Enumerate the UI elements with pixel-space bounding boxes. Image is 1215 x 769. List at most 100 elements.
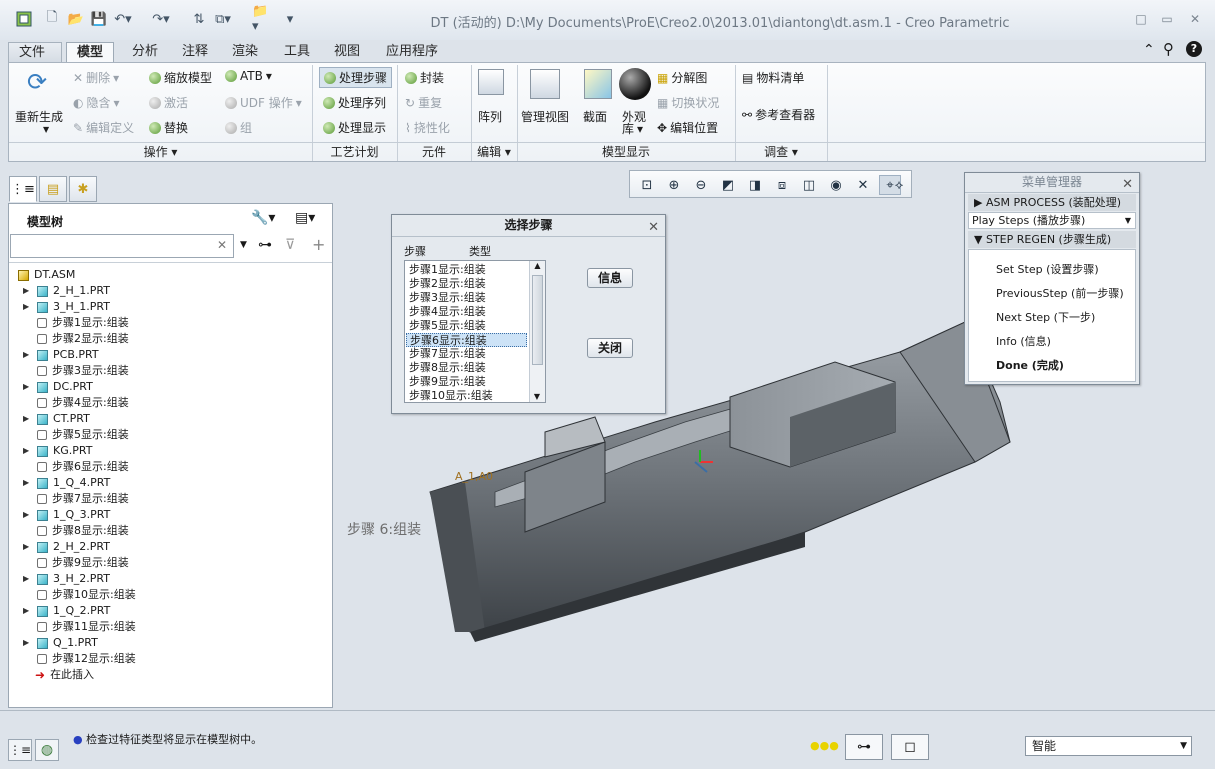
tree-part-row[interactable]: ▶ 3_H_2.PRT <box>23 571 110 587</box>
tree-step-row[interactable]: 步骤3显示:组装 <box>23 363 129 379</box>
step-list-item[interactable]: 步骤2显示:组装 <box>406 277 527 291</box>
selection-box-button[interactable]: ◻ <box>891 734 929 760</box>
tree-insert-here[interactable]: ➜ 在此插入 <box>23 667 94 683</box>
expand-icon[interactable]: ▶ <box>23 475 33 491</box>
scroll-up-icon[interactable]: ▲ <box>530 261 545 275</box>
tree-part-row[interactable]: ▶ 1_Q_2.PRT <box>23 603 110 619</box>
group-edit[interactable]: 编辑 ▾ <box>471 142 517 162</box>
filter-icon[interactable]: ⊽ <box>285 237 295 253</box>
tree-part-row[interactable]: ▶ CT.PRT <box>23 411 90 427</box>
expand-icon[interactable]: ▶ <box>23 635 33 651</box>
view-manager-icon[interactable]: ◫ <box>798 175 820 195</box>
tree-part-row[interactable]: ▶ 1_Q_4.PRT <box>23 475 110 491</box>
scroll-down-icon[interactable]: ▼ <box>530 392 544 401</box>
tree-step-row[interactable]: 步骤2显示:组装 <box>23 331 129 347</box>
expand-icon[interactable]: ▶ <box>23 539 33 555</box>
tree-step-row[interactable]: 步骤1显示:组装 <box>23 315 129 331</box>
tree-part-row[interactable]: ▶ Q_1.PRT <box>23 635 98 651</box>
repeat-button[interactable]: ↻ 重复 <box>405 94 442 111</box>
group-investigate[interactable]: 调查 ▾ <box>735 142 827 162</box>
tree-part-row[interactable]: ▶ DC.PRT <box>23 379 93 395</box>
process-display-button[interactable]: 处理显示 <box>323 119 386 136</box>
tab-render[interactable]: 渲染 <box>222 42 268 62</box>
expand-icon[interactable]: ▶ <box>23 443 33 459</box>
expand-icon[interactable]: ▶ <box>23 347 33 363</box>
asm-process-header[interactable]: ▶ ASM PROCESS (装配处理) <box>968 194 1136 211</box>
tab-view[interactable]: 视图 <box>324 42 370 62</box>
tree-part-row[interactable]: ▶ 3_H_1.PRT <box>23 299 110 315</box>
edit-position-button[interactable]: ✥ 编辑位置 <box>657 119 718 136</box>
toggle-navigator-icon[interactable]: ⋮≡ <box>8 739 32 761</box>
group-button[interactable]: 组 <box>225 119 252 136</box>
tab-folder-browser[interactable]: ▤ <box>39 176 67 202</box>
udf-button[interactable]: UDF 操作 ▾ <box>225 94 302 111</box>
process-step-button[interactable]: 处理步骤 <box>319 67 393 88</box>
tab-model-tree[interactable]: ⋮≡ <box>9 176 37 202</box>
section-button[interactable]: 截面 <box>583 108 607 125</box>
search-icon[interactable]: ⚲ <box>1163 40 1174 58</box>
step-list-item[interactable]: 步骤5显示:组装 <box>406 319 527 333</box>
regenerate-big-icon[interactable]: ⟳ <box>27 68 57 98</box>
display-style-icon[interactable]: ◨ <box>744 175 766 195</box>
expand-icon[interactable]: ▶ <box>23 411 33 427</box>
package-button[interactable]: 封装 <box>405 69 444 86</box>
tree-root[interactable]: DT.ASM <box>14 267 75 283</box>
bom-button[interactable]: ▤ 物料清单 <box>742 69 804 86</box>
activate-button[interactable]: 激活 <box>149 94 188 111</box>
minimize-ribbon-icon[interactable]: ⌃ <box>1143 42 1155 58</box>
pattern-button[interactable]: 阵列 <box>478 108 502 125</box>
process-sequence-button[interactable]: 处理序列 <box>323 94 386 111</box>
replace-button[interactable]: 替换 <box>149 119 188 136</box>
expand-icon[interactable]: ▶ <box>23 603 33 619</box>
maximize-button[interactable]: ▭ <box>1158 12 1176 28</box>
play-steps-select[interactable]: Play Steps (播放步骤) ▼ <box>968 212 1136 229</box>
tab-analysis[interactable]: 分析 <box>122 42 168 62</box>
suppress-button[interactable]: ◐ 隐含 ▾ <box>73 94 120 111</box>
scroll-thumb[interactable] <box>532 275 543 365</box>
expand-icon[interactable]: ▶ <box>23 571 33 587</box>
step-list-scrollbar[interactable]: ▲ ▼ <box>529 261 545 402</box>
annotation-display-icon[interactable]: ⟡ <box>888 175 910 195</box>
clear-search-icon[interactable]: ✕ <box>217 238 227 252</box>
tree-step-row[interactable]: 步骤9显示:组装 <box>23 555 129 571</box>
tab-annotate[interactable]: 注释 <box>172 42 218 62</box>
delete-button[interactable]: ✕ 删除 ▾ <box>73 69 119 86</box>
open-folder-icon[interactable]: 📂 <box>66 9 86 29</box>
tree-step-row[interactable]: 步骤8显示:组装 <box>23 523 129 539</box>
tree-step-row[interactable]: 步骤11显示:组装 <box>23 619 136 635</box>
tree-step-row[interactable]: 步骤5显示:组装 <box>23 427 129 443</box>
regenerate-icon[interactable]: ⇅ <box>189 9 209 29</box>
tree-step-row[interactable]: 步骤7显示:组装 <box>23 491 129 507</box>
step-list-item[interactable]: 步骤7显示:组装 <box>406 347 527 361</box>
minimize-button[interactable]: □ <box>1132 12 1150 28</box>
step-list-item[interactable]: 步骤10显示:组装 <box>406 389 527 403</box>
search-dropdown-icon[interactable]: ▼ <box>240 240 247 250</box>
close-button[interactable]: ✕ <box>1186 12 1204 28</box>
info-button[interactable]: 信息 <box>587 268 633 288</box>
expand-icon[interactable]: ▶ <box>23 507 33 523</box>
step-list-item[interactable]: 步骤3显示:组装 <box>406 291 527 305</box>
close-window-folder-icon[interactable]: 📁▾ <box>252 4 272 34</box>
step-list-item[interactable]: 步骤9显示:组装 <box>406 375 527 389</box>
tab-file[interactable]: 文件 ▾ <box>8 42 62 79</box>
tab-favorites[interactable]: ✱ <box>69 176 97 202</box>
find-icon[interactable]: ⊶ <box>258 237 272 253</box>
show-icon[interactable]: ▤▾ <box>295 210 315 226</box>
expand-icon[interactable]: ▶ <box>23 379 33 395</box>
find-status-button[interactable]: ⊶ <box>845 734 883 760</box>
tab-applications[interactable]: 应用程序 <box>376 42 448 62</box>
regenerate-dropdown-icon[interactable]: ▼ <box>43 125 49 134</box>
group-operations[interactable]: 操作 ▾ <box>9 142 312 162</box>
menu-manager-close-icon[interactable]: ✕ <box>1122 175 1133 194</box>
settings-icon[interactable]: 🔧▾ <box>251 210 275 226</box>
new-file-icon[interactable]: 🗋 <box>42 9 62 29</box>
step-list[interactable]: 步骤1显示:组装 步骤2显示:组装 步骤3显示:组装 步骤4显示:组装 步骤5显示:组装… <box>404 260 546 403</box>
previous-step-item[interactable]: PreviousStep (前一步骤) <box>996 285 1124 301</box>
tree-part-row[interactable]: ▶ 1_Q_3.PRT <box>23 507 110 523</box>
add-column-icon[interactable]: + <box>312 235 325 254</box>
help-icon[interactable]: ? <box>1186 41 1202 57</box>
zoom-in-icon[interactable]: ⊕ <box>663 175 685 195</box>
done-item[interactable]: Done (完成) <box>996 357 1064 373</box>
tree-step-row[interactable]: 步骤4显示:组装 <box>23 395 129 411</box>
datum-display-icon[interactable]: ✕ <box>852 175 874 195</box>
